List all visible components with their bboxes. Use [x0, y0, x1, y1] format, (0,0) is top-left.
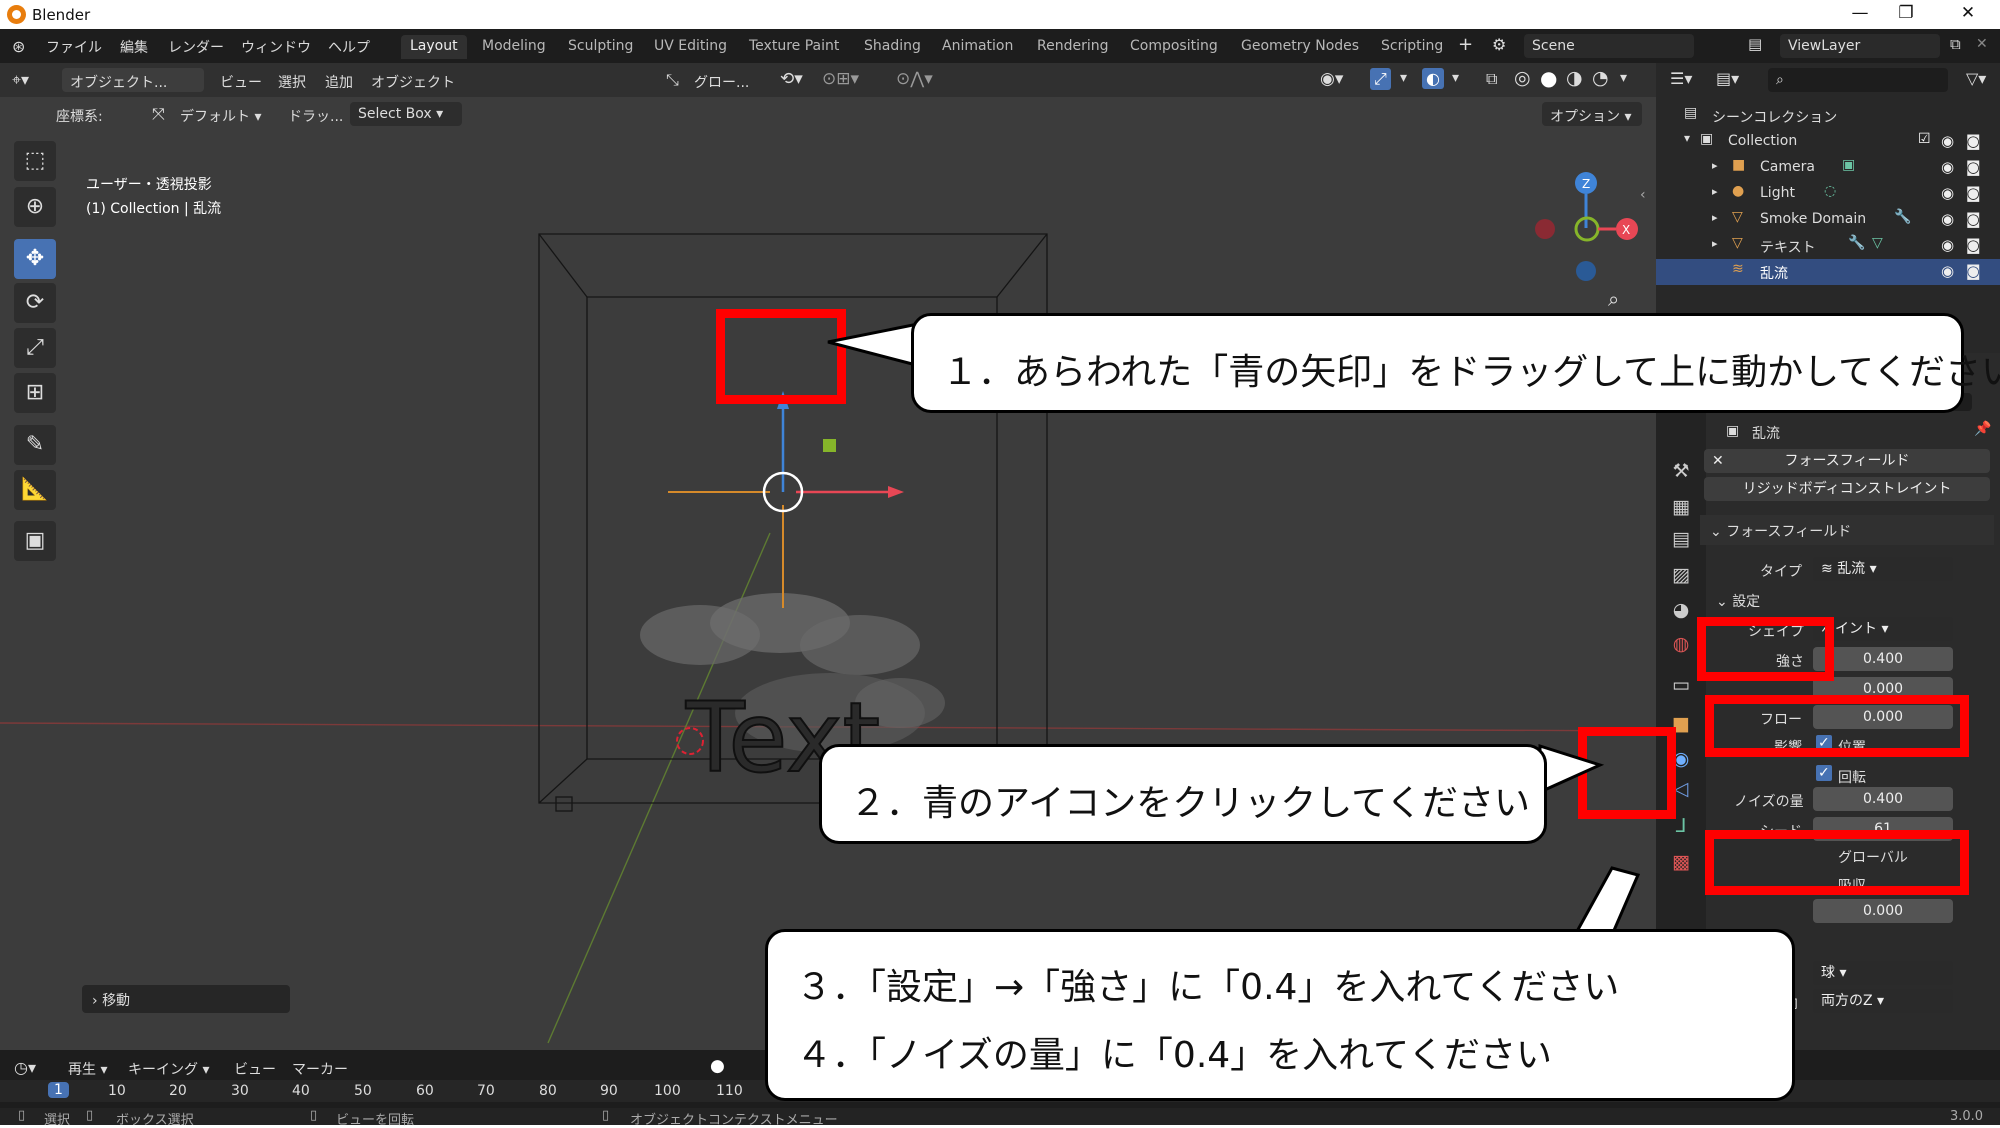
- step1-text: １．あらわれた「青の矢印」をドラッグして上に動かしてください: [942, 352, 2000, 393]
- step4-text: ４．「ノイズの量」に「0.4」を入れてください: [796, 1035, 1553, 1076]
- callout-step3-4: ３．「設定」→「強さ」に「0.4」を入れてください ４．「ノイズの量」に「0.4…: [765, 929, 1795, 1101]
- step3-text: ３．「設定」→「強さ」に「0.4」を入れてください: [796, 967, 1620, 1008]
- callout-step1: １．あらわれた「青の矢印」をドラッグして上に動かしてください: [911, 313, 2000, 413]
- callout-step2: ２．青のアイコンをクリックしてください: [819, 744, 1547, 844]
- step2-text: ２．青のアイコンをクリックしてください: [850, 783, 1531, 824]
